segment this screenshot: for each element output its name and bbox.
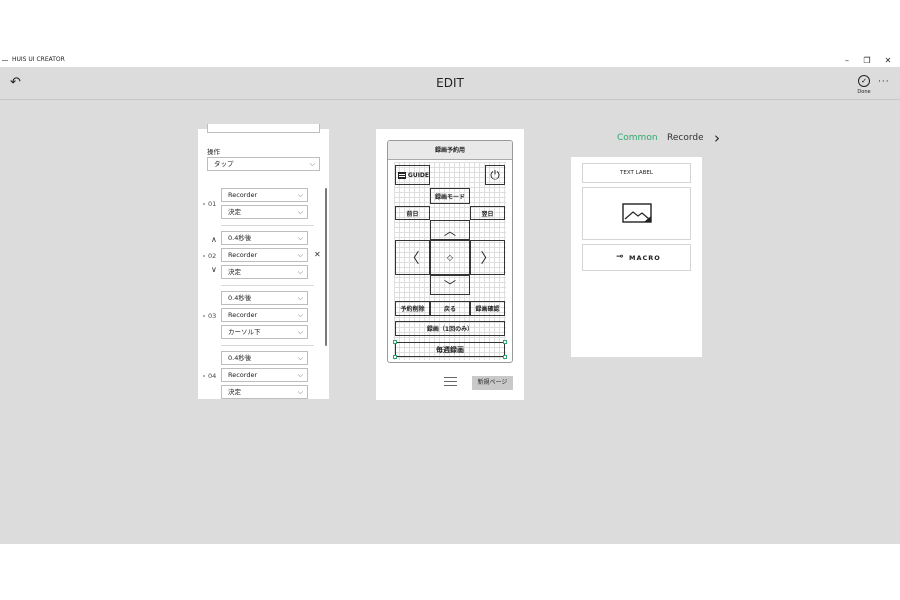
- chevron-down-icon: ⌵: [297, 268, 303, 276]
- text-label-item[interactable]: TEXT LABEL: [582, 163, 691, 183]
- resize-handle[interactable]: [503, 340, 507, 344]
- chevron-down-icon: ⌵: [297, 234, 303, 242]
- tab-recorder[interactable]: Recorder: [667, 133, 703, 143]
- guide-button[interactable]: GUIDE: [395, 165, 430, 185]
- close-window-button[interactable]: ✕: [877, 54, 899, 67]
- chevron-down-icon: ⌵: [297, 371, 303, 379]
- signal-button-select[interactable]: 決定 ⌵: [221, 385, 308, 399]
- chevron-left-icon: 〈: [405, 250, 420, 267]
- chevron-down-icon: ⌵: [297, 191, 303, 199]
- move-up-icon[interactable]: ∧: [211, 235, 217, 244]
- maximize-button[interactable]: ❐: [856, 54, 878, 67]
- chevron-down-icon: ⌵: [297, 388, 303, 396]
- minimize-button[interactable]: –: [836, 54, 858, 67]
- weekly-record-button[interactable]: 毎週録画: [395, 342, 505, 357]
- macro-item[interactable]: ⊸ MACRO: [582, 244, 691, 271]
- row-number: 02: [203, 252, 216, 260]
- done-button[interactable]: ✓ Done: [852, 75, 876, 95]
- image-icon: [622, 203, 652, 223]
- interval-select[interactable]: 0.4秒後 ⌵: [221, 291, 308, 305]
- move-down-icon[interactable]: ∨: [211, 265, 217, 274]
- chevron-down-icon: ⌵: [309, 160, 315, 168]
- chevron-down-icon: ⌵: [297, 328, 303, 336]
- confirm-recording-button[interactable]: 録画確認: [470, 301, 505, 316]
- chevron-down-icon: ⌵: [297, 354, 303, 362]
- guide-label: GUIDE: [407, 171, 429, 179]
- signal-device-select[interactable]: Recorder ⌵: [221, 368, 308, 382]
- next-tab-icon[interactable]: ›: [714, 129, 720, 147]
- window-titlebar: HUIS UI CREATOR – ❐ ✕: [0, 54, 900, 67]
- app-title: HUIS UI CREATOR: [12, 56, 65, 63]
- check-circle-icon: ✓: [858, 75, 870, 87]
- row-number: 01: [203, 200, 216, 208]
- prev-day-button[interactable]: 前日: [395, 206, 430, 220]
- record-once-button[interactable]: 録画（1回のみ）: [395, 321, 505, 336]
- signal-button-select[interactable]: 決定 ⌵: [221, 205, 308, 219]
- scrollbar[interactable]: [325, 188, 327, 346]
- chevron-down-icon: ﹀: [443, 278, 456, 293]
- delete-row-icon[interactable]: ✕: [314, 250, 321, 259]
- chevron-right-icon: 〉: [480, 250, 495, 267]
- row-number: 04: [203, 372, 216, 380]
- chevron-down-icon: ⌵: [297, 294, 303, 302]
- tab-common[interactable]: Common: [617, 133, 658, 143]
- row-divider: [221, 345, 314, 346]
- new-page-button[interactable]: 新規ページ: [472, 376, 513, 390]
- chevron-down-icon: ⌵: [297, 251, 303, 259]
- record-mode-button[interactable]: 録画モード: [430, 188, 470, 204]
- page-title: EDIT: [436, 76, 464, 90]
- guide-icon: [398, 171, 406, 179]
- row-divider: [221, 225, 314, 226]
- interval-select[interactable]: 0.4秒後 ⌵: [221, 351, 308, 365]
- row-number: 03: [203, 312, 216, 320]
- action-select[interactable]: タップ ⌵: [207, 157, 320, 171]
- action-select-value: タップ: [214, 160, 234, 168]
- resize-handle[interactable]: [393, 340, 397, 344]
- power-button[interactable]: ⏻: [485, 165, 505, 185]
- row-divider: [221, 285, 314, 286]
- done-label: Done: [857, 89, 871, 95]
- signal-button-select[interactable]: 決定 ⌵: [221, 265, 308, 279]
- dpad-up-button[interactable]: ︿: [430, 220, 470, 240]
- diamond-icon: ◇: [446, 253, 454, 262]
- panel-clip: [198, 399, 329, 401]
- more-options-icon[interactable]: ···: [878, 77, 890, 87]
- power-icon: ⏻: [490, 167, 500, 182]
- dpad-left-button[interactable]: 〈: [395, 240, 430, 275]
- next-day-button[interactable]: 翌日: [470, 206, 505, 220]
- edit-header: ↶ EDIT ✓ Done ···: [0, 67, 900, 100]
- signal-device-select[interactable]: Recorder ⌵: [221, 188, 308, 202]
- app-icon: [2, 60, 8, 61]
- chevron-up-icon: ︿: [443, 223, 456, 238]
- remote-page-title: 録画予約用: [388, 141, 512, 160]
- signal-device-select[interactable]: Recorder ⌵: [221, 308, 308, 322]
- hamburger-menu-icon[interactable]: [444, 377, 457, 387]
- macro-icon: ⊸: [616, 252, 624, 262]
- action-label: 操作: [207, 148, 220, 156]
- dpad-right-button[interactable]: 〉: [470, 240, 505, 275]
- chevron-down-icon: ⌵: [297, 311, 303, 319]
- signal-device-select[interactable]: Recorder ⌵: [221, 248, 308, 262]
- back-button[interactable]: 戻る: [430, 301, 470, 316]
- image-item[interactable]: [582, 187, 691, 240]
- interval-select[interactable]: 0.4秒後 ⌵: [221, 231, 308, 245]
- resize-handle[interactable]: [503, 355, 507, 359]
- dpad-center-button[interactable]: ◇: [430, 240, 470, 275]
- cancel-reservation-button[interactable]: 予約削除: [395, 301, 430, 316]
- partial-select-top[interactable]: [207, 124, 320, 133]
- resize-handle[interactable]: [393, 355, 397, 359]
- chevron-down-icon: ⌵: [297, 208, 303, 216]
- signal-button-select[interactable]: カーソル下 ⌵: [221, 325, 308, 339]
- macro-label: MACRO: [629, 254, 661, 262]
- dpad-down-button[interactable]: ﹀: [430, 275, 470, 295]
